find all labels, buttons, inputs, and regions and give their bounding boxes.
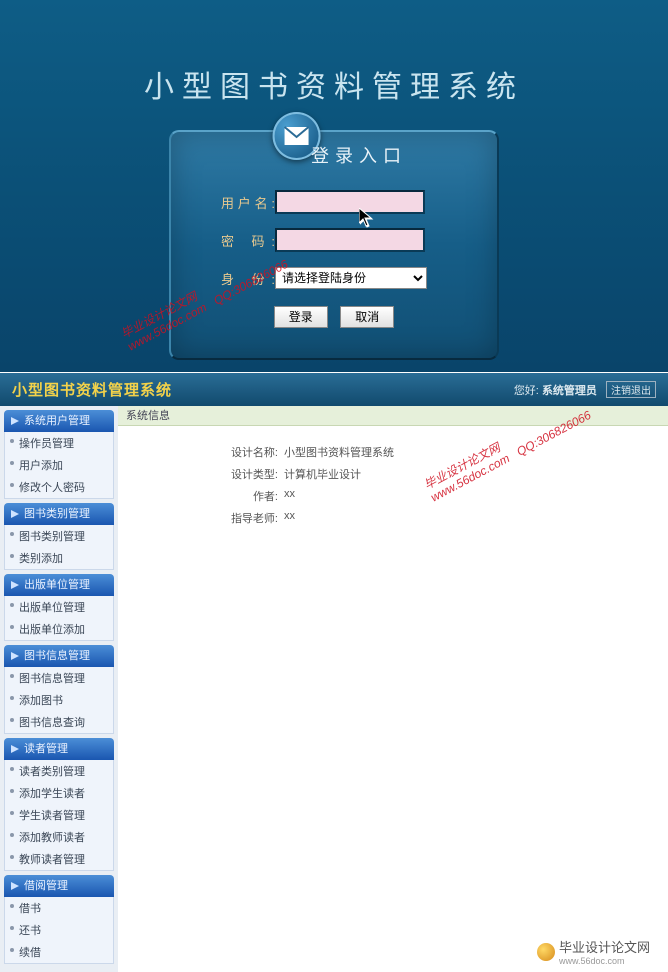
sidebar-item[interactable]: 教师读者管理 — [5, 848, 113, 870]
password-row: 密 码: — [221, 226, 467, 254]
sidebar: 系统用户管理操作员管理用户添加修改个人密码图书类别管理图书类别管理类别添加出版单… — [0, 406, 118, 972]
menu-section: 读者管理读者类别管理添加学生读者学生读者管理添加教师读者教师读者管理 — [4, 738, 114, 871]
menu-items: 操作员管理用户添加修改个人密码 — [4, 432, 114, 499]
footer-url: www.56doc.com — [559, 956, 650, 966]
orb-icon — [537, 943, 555, 961]
login-header: 登录入口 — [171, 132, 497, 178]
info-table: 设计名称: 小型图书资料管理系统 设计类型: 计算机毕业设计 作者: xx 指导… — [218, 444, 668, 526]
menu-header-text: 出版单位管理 — [24, 574, 90, 596]
sidebar-item[interactable]: 续借 — [5, 941, 113, 963]
sidebar-item[interactable]: 图书类别管理 — [5, 525, 113, 547]
sidebar-item[interactable]: 图书信息管理 — [5, 667, 113, 689]
admin-header: 小型图书资料管理系统 您好: 系统管理员 注销退出 — [0, 372, 668, 406]
login-header-text: 登录入口 — [311, 142, 407, 168]
menu-section: 图书信息管理图书信息管理添加图书图书信息查询 — [4, 645, 114, 734]
sidebar-item[interactable]: 添加教师读者 — [5, 826, 113, 848]
sidebar-item[interactable]: 学生读者管理 — [5, 804, 113, 826]
sidebar-item[interactable]: 出版单位添加 — [5, 618, 113, 640]
sidebar-item[interactable]: 添加图书 — [5, 689, 113, 711]
menu-items: 读者类别管理添加学生读者学生读者管理添加教师读者教师读者管理 — [4, 760, 114, 871]
system-title: 小型图书资料管理系统 — [0, 62, 668, 106]
menu-header-text: 系统用户管理 — [24, 410, 90, 432]
menu-header[interactable]: 系统用户管理 — [4, 410, 114, 432]
password-label: 密 码: — [221, 231, 275, 250]
sidebar-item[interactable]: 操作员管理 — [5, 432, 113, 454]
menu-items: 出版单位管理出版单位添加 — [4, 596, 114, 641]
sidebar-item[interactable]: 类别添加 — [5, 547, 113, 569]
content-area: 系统信息 设计名称: 小型图书资料管理系统 设计类型: 计算机毕业设计 作者: … — [118, 406, 668, 972]
sidebar-item[interactable]: 添加学生读者 — [5, 782, 113, 804]
info-label: 设计名称: — [218, 444, 278, 460]
password-input[interactable] — [275, 228, 425, 252]
login-panel: 登录入口 用户名: 密 码: 身 份: 请选择登陆身份 登录 取消 — [169, 130, 499, 360]
welcome-prefix: 您好: — [514, 385, 539, 397]
menu-header[interactable]: 图书信息管理 — [4, 645, 114, 667]
menu-section: 图书类别管理图书类别管理类别添加 — [4, 503, 114, 570]
menu-header[interactable]: 图书类别管理 — [4, 503, 114, 525]
info-row-advisor: 指导老师: xx — [218, 510, 668, 526]
info-value: 小型图书资料管理系统 — [284, 444, 394, 460]
menu-section: 出版单位管理出版单位管理出版单位添加 — [4, 574, 114, 641]
sidebar-item[interactable]: 借书 — [5, 897, 113, 919]
username-label: 用户名: — [221, 193, 275, 212]
info-label: 设计类型: — [218, 466, 278, 482]
info-value: xx — [284, 488, 295, 504]
menu-header[interactable]: 读者管理 — [4, 738, 114, 760]
menu-section: 借阅管理借书还书续借 — [4, 875, 114, 964]
breadcrumb: 系统信息 — [118, 406, 668, 426]
menu-items: 图书信息管理添加图书图书信息查询 — [4, 667, 114, 734]
footer-text: 毕业设计论文网 www.56doc.com — [559, 937, 650, 966]
info-value: 计算机毕业设计 — [284, 466, 361, 482]
menu-header-text: 图书信息管理 — [24, 645, 90, 667]
sidebar-item[interactable]: 修改个人密码 — [5, 476, 113, 498]
role-label: 身 份: — [221, 269, 275, 288]
menu-header-text: 借阅管理 — [24, 875, 68, 897]
info-value: xx — [284, 510, 295, 526]
admin-body: 系统用户管理操作员管理用户添加修改个人密码图书类别管理图书类别管理类别添加出版单… — [0, 406, 668, 972]
sidebar-item[interactable]: 用户添加 — [5, 454, 113, 476]
current-user: 系统管理员 — [542, 385, 597, 397]
footer-logo: 毕业设计论文网 www.56doc.com — [537, 937, 650, 966]
admin-user-block: 您好: 系统管理员 注销退出 — [514, 381, 656, 398]
login-button[interactable]: 登录 — [274, 306, 328, 328]
menu-header[interactable]: 出版单位管理 — [4, 574, 114, 596]
sidebar-item[interactable]: 读者类别管理 — [5, 760, 113, 782]
info-row-design-type: 设计类型: 计算机毕业设计 — [218, 466, 668, 482]
sidebar-item[interactable]: 图书信息查询 — [5, 711, 113, 733]
footer-brand: 毕业设计论文网 — [559, 937, 650, 956]
cancel-button[interactable]: 取消 — [340, 306, 394, 328]
sidebar-item[interactable]: 还书 — [5, 919, 113, 941]
menu-section: 系统用户管理操作员管理用户添加修改个人密码 — [4, 410, 114, 499]
admin-title: 小型图书资料管理系统 — [12, 379, 172, 400]
info-label: 作者: — [218, 488, 278, 504]
menu-items: 借书还书续借 — [4, 897, 114, 964]
role-select[interactable]: 请选择登陆身份 — [275, 267, 427, 289]
sidebar-item[interactable]: 出版单位管理 — [5, 596, 113, 618]
role-row: 身 份: 请选择登陆身份 — [221, 264, 467, 292]
info-row-author: 作者: xx — [218, 488, 668, 504]
info-row-design-name: 设计名称: 小型图书资料管理系统 — [218, 444, 668, 460]
login-screen: 小型图书资料管理系统 登录入口 用户名: 密 码: 身 份: 请选择登陆身份 登… — [0, 0, 668, 372]
menu-header[interactable]: 借阅管理 — [4, 875, 114, 897]
menu-header-text: 图书类别管理 — [24, 503, 90, 525]
menu-header-text: 读者管理 — [24, 738, 68, 760]
logout-button[interactable]: 注销退出 — [606, 381, 656, 398]
username-row: 用户名: — [221, 188, 467, 216]
menu-items: 图书类别管理类别添加 — [4, 525, 114, 570]
info-label: 指导老师: — [218, 510, 278, 526]
login-buttons: 登录 取消 — [171, 306, 497, 328]
username-input[interactable] — [275, 190, 425, 214]
